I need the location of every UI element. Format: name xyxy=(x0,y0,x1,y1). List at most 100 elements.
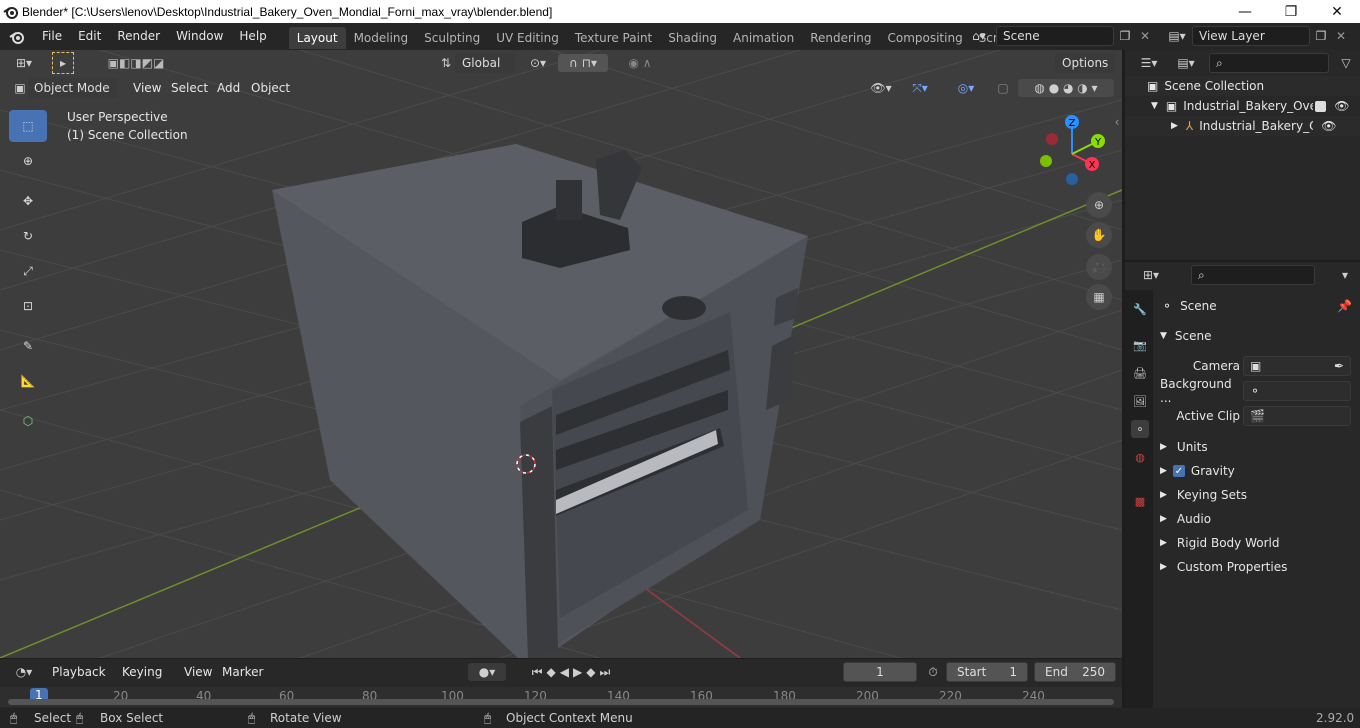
menu-edit[interactable]: Edit xyxy=(70,23,109,50)
overlay-toggle-icon[interactable]: ◎▾ xyxy=(948,79,984,97)
annotate-tool-icon[interactable]: ✎ xyxy=(9,330,47,362)
delete-scene-icon[interactable]: ✕ xyxy=(1136,27,1154,45)
expand-arrow-icon[interactable]: ▶ xyxy=(1160,562,1167,572)
playback-controls-icons[interactable]: ⏮◆◀▶◆⏭ xyxy=(514,663,632,681)
zoom-icon[interactable]: ⊕ xyxy=(1086,192,1112,218)
menu-file[interactable]: File xyxy=(34,23,70,50)
eyedropper-icon[interactable]: ✒ xyxy=(1334,359,1344,373)
display-mode-icon[interactable]: ▤▾ xyxy=(1171,54,1201,72)
filter-icon[interactable]: ▽ xyxy=(1337,54,1355,72)
move-tool-icon[interactable]: ✥ xyxy=(9,185,47,217)
3d-viewport[interactable]: ⊞▾ ▸ ▣◧◨◩◪ ⇅ Global ⊙▾ ∩ ⊓▾ ◉ ∧ Options … xyxy=(0,50,1122,658)
scene-panel-header[interactable]: ▼ Scene xyxy=(1160,326,1355,346)
properties-editor-type-icon[interactable]: ⊞▾ xyxy=(1137,266,1165,284)
subpanel-custom-properties[interactable]: ▶ Custom Properties xyxy=(1160,557,1355,577)
collection-checkbox[interactable] xyxy=(1315,100,1327,112)
subpanel-rigid-body-world[interactable]: ▶ Rigid Body World xyxy=(1160,533,1355,553)
select-box-tool-icon[interactable]: ⬚ xyxy=(9,110,47,142)
visibility-eye-icon[interactable]: 👁 xyxy=(1321,119,1336,133)
tab-sculpting[interactable]: Sculpting xyxy=(416,27,488,49)
tool-tab-icon[interactable]: 🔧 xyxy=(1131,300,1149,318)
gravity-checkbox[interactable]: ✓ xyxy=(1172,465,1185,477)
navigation-gizmo[interactable]: Z X Y xyxy=(1030,110,1120,190)
menu-help[interactable]: Help xyxy=(231,23,274,50)
viewport-menu-add[interactable]: Add xyxy=(217,81,240,95)
mode-selector[interactable]: Object Mode xyxy=(28,78,118,98)
transform-orientation-select[interactable]: Global xyxy=(455,53,515,73)
options-dropdown[interactable]: Options xyxy=(1055,53,1115,73)
output-tab-icon[interactable]: 🖨 xyxy=(1131,364,1149,382)
delete-view-layer-icon[interactable]: ✕ xyxy=(1332,27,1350,45)
maximize-button[interactable]: ❐ xyxy=(1268,0,1314,23)
copy-scene-icon[interactable]: ❐ xyxy=(1116,27,1134,45)
viewport-menu-select[interactable]: Select xyxy=(171,81,208,95)
copy-view-layer-icon[interactable]: ❐ xyxy=(1312,27,1330,45)
select-tweak-icon[interactable]: ▸ xyxy=(52,52,74,74)
expand-arrow-icon[interactable]: ▼ xyxy=(1151,101,1158,111)
selection-mode-icons[interactable]: ▣◧◨◩◪ xyxy=(90,54,182,72)
properties-search-input[interactable]: ⌕ xyxy=(1191,265,1315,285)
subpanel-gravity[interactable]: ▶ ✓ Gravity xyxy=(1160,461,1355,481)
subpanel-audio[interactable]: ▶ Audio xyxy=(1160,509,1355,529)
render-tab-icon[interactable]: 📷 xyxy=(1131,336,1149,354)
expand-arrow-icon[interactable]: ▶ xyxy=(1160,514,1167,524)
viewport-menu-view[interactable]: View xyxy=(133,81,161,95)
pan-hand-icon[interactable]: ✋ xyxy=(1086,222,1112,248)
subpanel-units[interactable]: ▶ Units xyxy=(1160,437,1355,457)
view-layer-selector[interactable]: View Layer xyxy=(1192,26,1310,46)
sidebar-toggle-icon[interactable]: ‹ xyxy=(1112,114,1122,130)
expand-arrow-icon[interactable]: ▶ xyxy=(1160,466,1167,476)
view-layer-tab-icon[interactable]: 🖼 xyxy=(1131,392,1149,410)
tab-animation[interactable]: Animation xyxy=(725,27,802,49)
measure-tool-icon[interactable]: 📐 xyxy=(9,365,47,397)
blender-menu-icon[interactable] xyxy=(0,30,34,44)
scene-tab-icon[interactable]: ⚬ xyxy=(1131,420,1149,438)
visibility-eye-icon[interactable]: 👁 xyxy=(1334,99,1349,113)
outliner-search-input[interactable]: ⌕ xyxy=(1209,53,1329,73)
tab-uv-editing[interactable]: UV Editing xyxy=(488,27,567,49)
tab-texture-paint[interactable]: Texture Paint xyxy=(567,27,660,49)
editor-type-icon[interactable]: ⊞▾ xyxy=(8,54,40,72)
gizmo-toggle-icon[interactable]: ⤧▾ xyxy=(902,79,938,97)
tab-compositing[interactable]: Compositing xyxy=(879,27,970,49)
visibility-icon[interactable]: 👁▾ xyxy=(866,79,896,97)
menu-render[interactable]: Render xyxy=(109,23,168,50)
rotate-tool-icon[interactable]: ↻ xyxy=(9,220,47,252)
transform-tool-icon[interactable]: ⊡ xyxy=(9,290,47,322)
timeline-menu-view[interactable]: View xyxy=(184,665,212,679)
timeline-menu-marker[interactable]: Marker xyxy=(222,665,263,679)
camera-field[interactable]: ▣ ✒ xyxy=(1243,356,1351,376)
scene-selector[interactable]: Scene xyxy=(996,26,1114,46)
outliner-editor-type-icon[interactable]: ☰▾ xyxy=(1135,54,1163,72)
tab-shading[interactable]: Shading xyxy=(660,27,725,49)
outliner-row-scene-collection[interactable]: ▣ Scene Collection xyxy=(1125,76,1360,96)
pivot-point-icon[interactable]: ⊙▾ xyxy=(522,54,554,72)
outliner-row-collection[interactable]: ▼ ▣ Industrial_Bakery_Oven_ 👁 xyxy=(1125,96,1360,116)
current-frame-field[interactable]: 1 xyxy=(843,662,917,682)
stopwatch-icon[interactable]: ⏱ xyxy=(924,663,942,681)
timeline-menu-playback[interactable]: Playback xyxy=(52,665,106,679)
shading-mode-icons[interactable]: ◍ ● ◕ ◑ ▾ xyxy=(1018,79,1114,97)
add-cube-tool-icon[interactable]: ⬡ xyxy=(9,405,47,437)
texture-tab-icon[interactable]: ▩ xyxy=(1131,492,1149,510)
proportional-edit-icon[interactable]: ◉ ∧ xyxy=(616,54,664,72)
timeline-menu-keying[interactable]: Keying xyxy=(122,665,162,679)
close-window-button[interactable]: ✕ xyxy=(1314,0,1360,23)
start-frame-field[interactable]: Start 1 xyxy=(946,662,1028,682)
pin-icon[interactable]: 📌 xyxy=(1337,299,1352,313)
expand-arrow-icon[interactable]: ▶ xyxy=(1160,538,1167,548)
active-clip-field[interactable]: 🎬 xyxy=(1243,406,1351,426)
snap-icon[interactable]: ∩ ⊓▾ xyxy=(558,54,608,72)
outliner-row-object[interactable]: ▶ ⅄ Industrial_Bakery_Ov 👁 xyxy=(1125,116,1360,136)
timeline-scrollbar[interactable] xyxy=(8,699,1114,705)
viewport-menu-object[interactable]: Object xyxy=(251,81,290,95)
background-field[interactable]: ⚬ xyxy=(1243,381,1351,401)
menu-window[interactable]: Window xyxy=(168,23,231,50)
tab-rendering[interactable]: Rendering xyxy=(802,27,879,49)
end-frame-field[interactable]: End 250 xyxy=(1034,662,1116,682)
perspective-toggle-icon[interactable]: ▦ xyxy=(1086,284,1112,310)
tab-modeling[interactable]: Modeling xyxy=(346,27,417,49)
cursor-tool-icon[interactable]: ⊕ xyxy=(9,145,47,177)
timeline-editor-type-icon[interactable]: ◔▾ xyxy=(8,663,40,681)
expand-arrow-icon[interactable]: ▶ xyxy=(1160,442,1167,452)
